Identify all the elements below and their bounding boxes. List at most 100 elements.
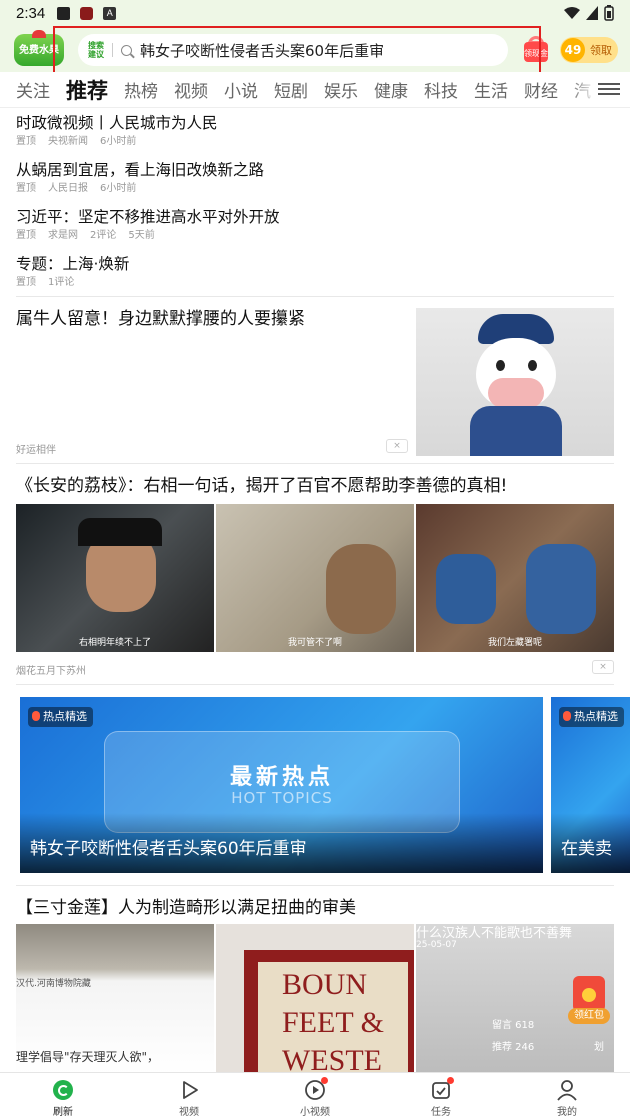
pinned-title[interactable]: 专题：上海·焕新 <box>16 253 614 275</box>
history-article-card[interactable]: 【三寸金莲】人为制造畸形以满足扭曲的审美 汉代.河南博物院藏 理学倡导"存天理灭… <box>0 886 630 1086</box>
hot-badge-label: 热点精选 <box>574 710 618 723</box>
notification-icon <box>57 6 71 20</box>
pinned-meta: 置顶 1评论 <box>16 275 614 291</box>
hot-topic-card[interactable]: 热点精选 最新热点 HOT TOPICS 韩女子咬断性侵者舌头案60年后重审 <box>20 697 543 873</box>
search-bar[interactable]: 搜索建议 韩女子咬断性侵者舌头案60年后重审 <box>78 34 508 66</box>
thumb-caption: 我可管不了啊 <box>287 638 342 648</box>
cow-body <box>470 406 562 456</box>
tab-life[interactable]: 生活 <box>474 77 508 102</box>
drama-article-card[interactable]: 《长安的荔枝》：右相一句话，揭开了百官不愿帮助李善德的真相! 右相明年续不上了 … <box>0 464 630 684</box>
app-notification-icon <box>80 6 94 20</box>
bottom-nav: 刷新 视频 小视频 任务 我的 <box>0 1072 630 1120</box>
coin-count: 49 <box>561 38 585 62</box>
nav-profile-label: 我的 <box>557 1107 577 1118</box>
gift-button[interactable]: 领现金 <box>522 34 550 64</box>
search-query[interactable]: 韩女子咬断性侵者舌头案60年后重审 <box>140 40 384 61</box>
thumb-figure <box>526 544 596 634</box>
ad-image-cow-police[interactable] <box>416 308 614 456</box>
pin-time: 6小时前 <box>100 136 137 147</box>
pinned-title[interactable]: 从蜗居到宜居，看上海旧改焕新之路 <box>16 159 614 181</box>
ad-card[interactable]: 属牛人留意！身边默默撑腰的人要攥紧 好运相伴 × <box>0 297 630 463</box>
pin-tag: 置顶 <box>16 183 36 194</box>
drama-title[interactable]: 《长安的荔枝》：右相一句话，揭开了百官不愿帮助李善德的真相! <box>16 474 507 498</box>
thumb3-comments: 留言 618 <box>492 1020 535 1031</box>
history-thumb-1[interactable]: 汉代.河南博物院藏 理学倡导"存天理灭人欲"， <box>16 924 214 1074</box>
tab-short-drama[interactable]: 短剧 <box>274 77 308 102</box>
cow-eye <box>528 360 537 371</box>
pinned-item[interactable]: 专题：上海·焕新 置顶 1评论 <box>0 249 630 291</box>
pinned-item[interactable]: 从蜗居到宜居，看上海旧改焕新之路 置顶 人民日报 6小时前 <box>0 155 630 197</box>
book-title-line3: WESTE <box>282 1044 382 1074</box>
hot-topics-carousel[interactable]: 热点精选 最新热点 HOT TOPICS 韩女子咬断性侵者舌头案60年后重审 热… <box>0 685 630 885</box>
thumb-figure <box>436 554 496 624</box>
fruit-icon <box>32 30 46 38</box>
ad-title[interactable]: 属牛人留意！身边默默撑腰的人要攥紧 <box>16 307 396 331</box>
thumb3-recommend: 推荐 246 <box>492 1042 535 1053</box>
nav-profile[interactable]: 我的 <box>504 1073 630 1120</box>
book-title-line2: FEET & <box>282 1006 384 1039</box>
pin-source: 求是网 <box>48 230 78 241</box>
top-header: 免费水果 搜索建议 韩女子咬断性侵者舌头案60年后重审 领现金 49 领取 <box>0 26 630 72</box>
nav-short-video-label: 小视频 <box>300 1107 330 1118</box>
pinned-title[interactable]: 时政微视频丨人民城市为人民 <box>16 112 614 134</box>
tab-novel[interactable]: 小说 <box>224 77 258 102</box>
pinned-item[interactable]: 习近平：坚定不移推进高水平对外开放 置顶 求是网 2评论 5天前 <box>0 202 630 244</box>
a-notification-icon: A <box>103 6 117 20</box>
nav-refresh-label: 刷新 <box>53 1107 73 1118</box>
thumb-caption: 右相明年续不上了 <box>78 638 151 648</box>
pin-time: 6小时前 <box>100 183 137 194</box>
pin-tag: 置顶 <box>16 230 36 241</box>
cow-snout <box>488 378 544 408</box>
cow-eye <box>496 360 505 371</box>
coin-claim-button[interactable]: 49 领取 <box>560 37 618 63</box>
hot-topic-title[interactable]: 韩女子咬断性侵者舌头案60年后重审 <box>30 834 307 859</box>
refresh-icon <box>53 1080 73 1100</box>
drama-thumb-3[interactable]: 我们左藏署呢 <box>416 504 614 652</box>
pinned-item[interactable]: 时政微视频丨人民城市为人民 置顶 央视新闻 6小时前 <box>0 108 630 150</box>
tab-recommend[interactable]: 推荐 <box>66 75 108 105</box>
play-icon <box>183 1081 198 1099</box>
battery-icon <box>604 5 614 21</box>
tab-tech[interactable]: 科技 <box>424 77 458 102</box>
ad-close-button[interactable]: × <box>386 439 408 453</box>
tab-health[interactable]: 健康 <box>374 77 408 102</box>
channel-tabs: 关注 推荐 热榜 视频 小说 短剧 娱乐 健康 科技 生活 财经 汽 <box>0 72 630 108</box>
tab-follow[interactable]: 关注 <box>16 77 50 102</box>
drama-close-button[interactable]: × <box>592 660 614 674</box>
hot-badge-label: 热点精选 <box>43 710 87 723</box>
flame-icon <box>563 711 571 721</box>
nav-task-label: 任务 <box>431 1107 451 1118</box>
tab-video[interactable]: 视频 <box>174 77 208 102</box>
pin-time: 5天前 <box>128 230 155 241</box>
nav-refresh[interactable]: 刷新 <box>0 1073 126 1120</box>
hot-banner-en: HOT TOPICS <box>231 789 333 807</box>
history-thumb-2[interactable]: BOUN FEET & WESTE <box>216 924 414 1074</box>
tab-entertainment[interactable]: 娱乐 <box>324 77 358 102</box>
nav-task[interactable]: 任务 <box>378 1073 504 1120</box>
thumb-caption: 我们左藏署呢 <box>487 638 542 648</box>
hot-badge: 热点精选 <box>28 707 93 727</box>
free-fruit-button[interactable]: 免费水果 <box>14 30 64 66</box>
drama-source: 烟花五月下苏州 <box>16 666 86 677</box>
ad-source: 好运相伴 <box>16 445 56 456</box>
signal-icon <box>586 6 598 20</box>
history-title[interactable]: 【三寸金莲】人为制造畸形以满足扭曲的审美 <box>16 896 356 920</box>
nav-video[interactable]: 视频 <box>126 1073 252 1120</box>
channel-menu-icon[interactable] <box>598 80 620 98</box>
nav-short-video[interactable]: 小视频 <box>252 1073 378 1120</box>
thumb1-subtitle: 理学倡导"存天理灭人欲"， <box>16 1050 160 1064</box>
pinned-meta: 置顶 求是网 2评论 5天前 <box>16 228 614 244</box>
profile-icon <box>557 1080 577 1101</box>
tab-finance[interactable]: 财经 <box>524 77 558 102</box>
tab-hot-list[interactable]: 热榜 <box>124 77 158 102</box>
pinned-title[interactable]: 习近平：坚定不移推进高水平对外开放 <box>16 206 614 228</box>
hot-topic-card-next[interactable]: 热点精选 在美卖 <box>551 697 630 873</box>
hot-topic-next-title[interactable]: 在美卖 <box>561 834 612 859</box>
thumb1-caption: 汉代.河南博物院藏 <box>16 979 91 989</box>
red-packet-button[interactable]: 领红包 <box>568 976 610 1026</box>
free-fruit-label: 免费水果 <box>19 45 59 56</box>
drama-thumb-1[interactable]: 右相明年续不上了 <box>16 504 214 652</box>
gift-label: 领现金 <box>524 49 548 58</box>
drama-thumb-2[interactable]: 我可管不了啊 <box>216 504 414 652</box>
thumb-face <box>326 544 396 634</box>
